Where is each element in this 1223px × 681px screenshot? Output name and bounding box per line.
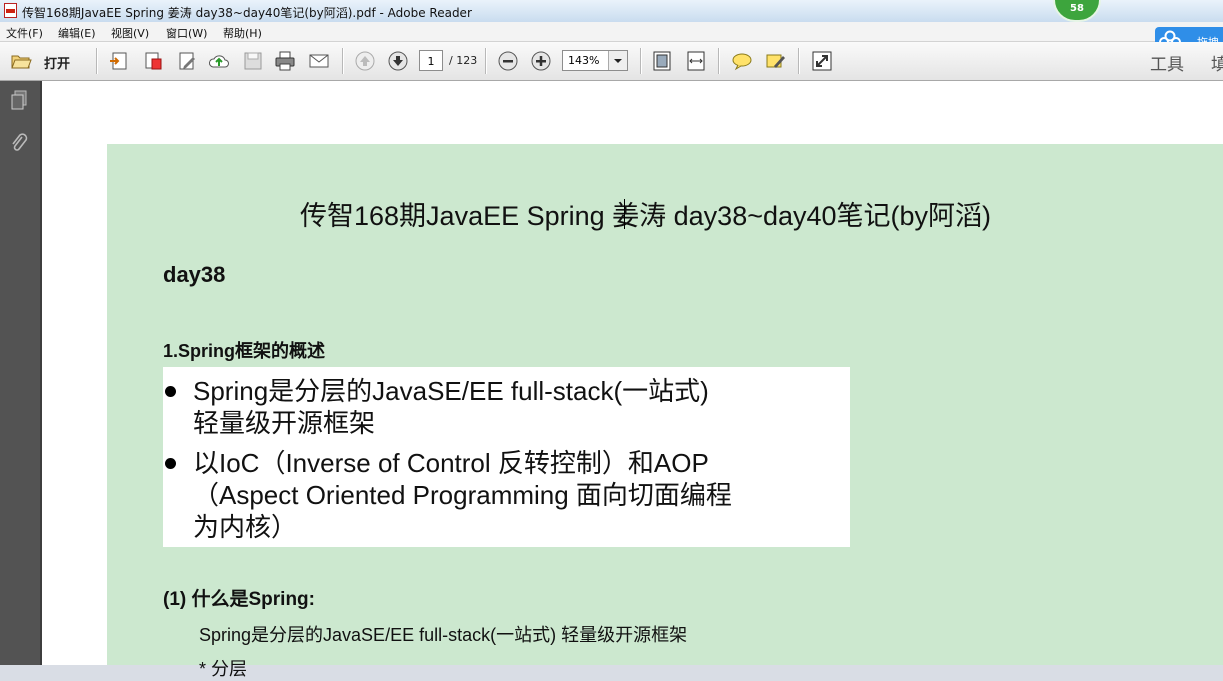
question-1-body: Spring是分层的JavaSE/EE full-stack(一站式) 轻量级开… (199, 625, 688, 645)
bullet-dot (165, 386, 176, 397)
toolbar-divider (640, 48, 642, 74)
page-number-input[interactable]: 1 (419, 50, 443, 71)
menu-file[interactable]: 文件(F) (6, 25, 43, 41)
bullet-2-line-3: 为内核） (193, 512, 298, 542)
highlight-icon[interactable] (764, 50, 786, 72)
print-icon[interactable] (274, 50, 296, 72)
bullet-1-line-2: 轻量级开源框架 (193, 408, 376, 438)
open-button-label[interactable]: 打开 (44, 53, 70, 72)
zoom-out-icon[interactable] (497, 50, 519, 72)
pdf-app-icon (4, 3, 17, 18)
toolbar-divider (718, 48, 720, 74)
menu-help[interactable]: 帮助(H) (223, 25, 262, 41)
toolbar-divider (798, 48, 800, 74)
fit-page-icon[interactable] (651, 50, 673, 72)
menu-edit[interactable]: 编辑(E) (58, 25, 96, 41)
toolbar-divider (342, 48, 344, 74)
document-title: 传智168期JavaEE Spring 姜涛 day38~day40笔记(by阿… (300, 201, 992, 231)
floating-badge[interactable]: 58 (1053, 0, 1101, 22)
text-cursor (624, 199, 625, 229)
email-icon[interactable] (308, 50, 330, 72)
question-1-heading: (1) 什么是Spring: (163, 589, 315, 610)
section-heading: 1.Spring框架的概述 (163, 341, 326, 361)
navigation-sidebar (0, 81, 42, 665)
title-bar: 传智168期JavaEE Spring 姜涛 day38~day40笔记(by阿… (0, 0, 1223, 23)
combine-files-icon[interactable] (142, 50, 164, 72)
bullet-1-line-1: Spring是分层的JavaSE/EE full-stack(一站式) (193, 376, 709, 406)
comment-icon[interactable] (731, 50, 753, 72)
page-total: / 123 (449, 54, 478, 67)
zoom-in-icon[interactable] (530, 50, 552, 72)
previous-page-icon[interactable] (354, 50, 376, 72)
attachments-icon[interactable] (9, 132, 29, 154)
toolbar-divider (485, 48, 487, 74)
toolbar-divider (96, 48, 98, 74)
menu-view[interactable]: 视图(V) (111, 25, 149, 41)
save-icon[interactable] (242, 50, 264, 72)
zoom-select[interactable]: 143% (562, 50, 628, 71)
bullet-2-line-2: （Aspect Oriented Programming 面向切面编程 (193, 480, 732, 510)
fullscreen-icon[interactable] (811, 50, 833, 72)
chevron-down-icon[interactable] (608, 51, 627, 70)
tools-pane-label[interactable]: 工具 (1150, 50, 1184, 75)
zoom-value: 143% (568, 54, 600, 67)
window-title: 传智168期JavaEE Spring 姜涛 day38~day40笔记(by阿… (22, 6, 472, 20)
upload-cloud-icon[interactable] (208, 50, 230, 72)
bullet-2-line-1: 以IoC（Inverse of Control 反转控制）和AOP (193, 448, 709, 478)
fill-sign-label[interactable]: 填 (1211, 50, 1223, 75)
menu-window[interactable]: 窗口(W) (166, 25, 207, 41)
create-pdf-icon[interactable] (108, 50, 130, 72)
page-thumbnails-icon[interactable] (9, 89, 29, 111)
toolbar: 打开 1 / 123 143% 工具 填 (0, 42, 1223, 81)
menu-bar: 文件(F) 编辑(E) 视图(V) 窗口(W) 帮助(H) (0, 22, 1223, 42)
question-1-next-line: * 分层 (199, 659, 248, 679)
edit-document-icon[interactable] (176, 50, 198, 72)
next-page-icon[interactable] (387, 50, 409, 72)
open-folder-icon[interactable] (10, 50, 32, 72)
day-heading: day38 (163, 262, 226, 287)
fit-width-icon[interactable] (685, 50, 707, 72)
bullet-dot (165, 458, 176, 469)
